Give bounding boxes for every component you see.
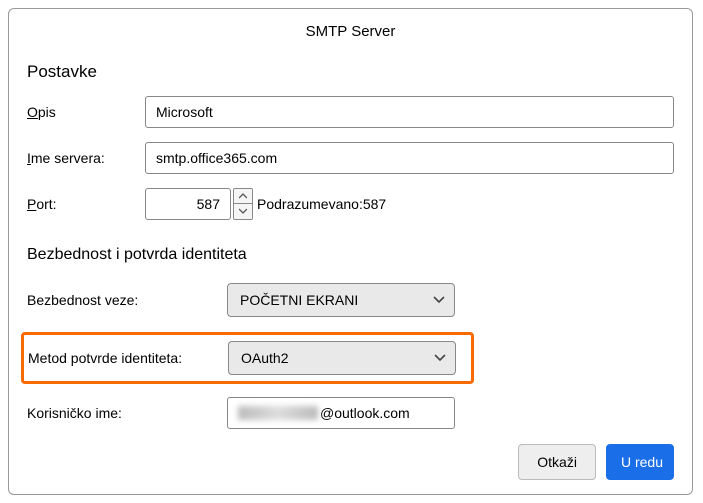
username-suffix: @outlook.com <box>320 405 410 421</box>
conn-security-select[interactable]: POČETNI EKRANI <box>227 283 455 317</box>
label-username: Korisničko ime: <box>27 405 227 421</box>
conn-security-value: POČETNI EKRANI <box>240 292 358 308</box>
auth-method-select[interactable]: OAuth2 <box>228 341 456 375</box>
default-port-label: Podrazumevano:587 <box>257 196 386 212</box>
dialog-title: SMTP Server <box>27 23 674 40</box>
label-server: Ime servera: <box>27 150 145 166</box>
server-input[interactable] <box>145 142 674 174</box>
row-port: Port: Podrazumevano:587 <box>27 188 674 220</box>
row-auth-method: Metod potvrde identiteta: OAuth2 <box>21 332 474 384</box>
port-down-button[interactable] <box>234 204 252 219</box>
chevron-up-icon <box>239 193 247 199</box>
label-port: Port: <box>27 196 145 212</box>
row-conn-security: Bezbednost veze: POČETNI EKRANI <box>27 280 674 320</box>
label-description: Opis <box>27 104 145 120</box>
row-server: Ime servera: <box>27 142 674 174</box>
ok-button[interactable]: U redu <box>606 444 674 480</box>
button-row: Otkaži U redu <box>27 444 674 480</box>
username-input[interactable]: @outlook.com <box>227 397 455 429</box>
chevron-down-icon <box>239 208 247 214</box>
cancel-button[interactable]: Otkaži <box>518 444 596 480</box>
port-spinner <box>233 188 253 220</box>
label-conn-security: Bezbednost veze: <box>27 292 227 308</box>
settings-heading: Postavke <box>27 62 674 82</box>
description-input[interactable] <box>145 96 674 128</box>
label-auth-method: Metod potvrde identiteta: <box>28 350 228 366</box>
row-description: Opis <box>27 96 674 128</box>
row-username: Korisničko ime: @outlook.com <box>27 394 674 432</box>
smtp-server-dialog: SMTP Server Postavke Opis Ime servera: P… <box>8 8 693 495</box>
port-up-button[interactable] <box>234 189 252 204</box>
username-redacted <box>238 406 318 420</box>
port-input[interactable] <box>145 188 231 220</box>
auth-method-value: OAuth2 <box>241 350 288 366</box>
security-heading: Bezbednost i potvrda identiteta <box>27 246 674 264</box>
